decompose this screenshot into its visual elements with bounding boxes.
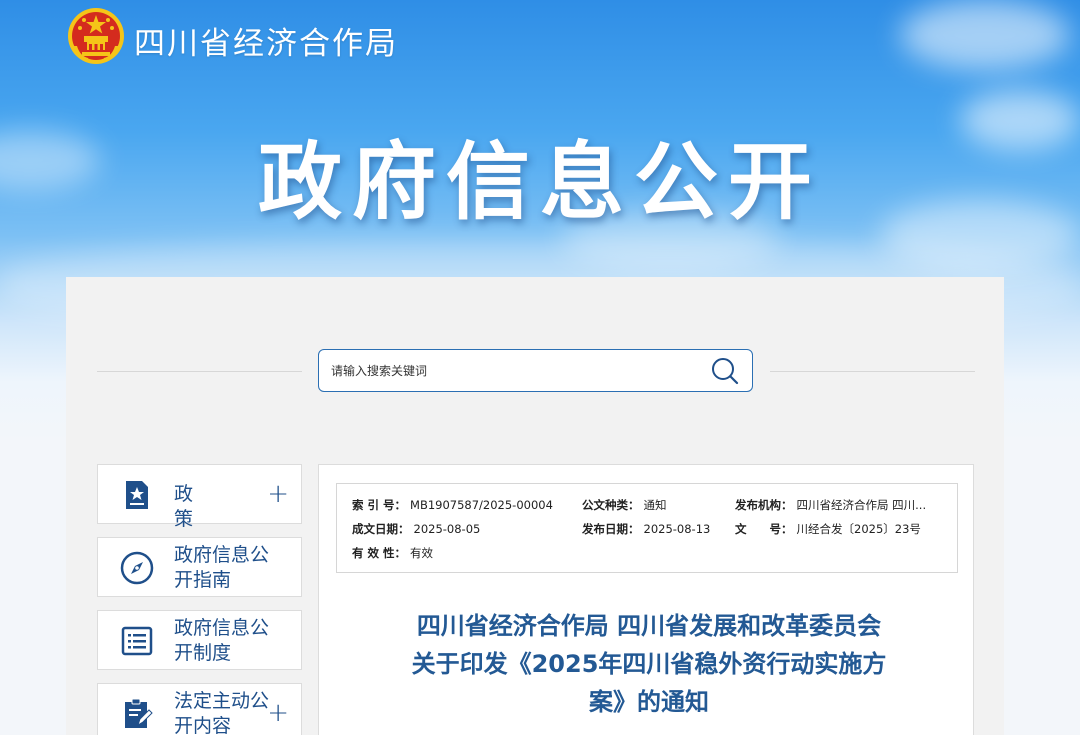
- sidebar-item-disclosure-system[interactable]: 政府信息公开制度: [97, 610, 302, 670]
- sidebar-item-policy[interactable]: 政 策 +: [97, 464, 302, 530]
- meta-value: 2025-08-13: [643, 522, 711, 536]
- document-title-line: 关于印发《2025年四川省稳外资行动实施方: [411, 650, 887, 678]
- list-document-icon: [120, 624, 154, 658]
- meta-published-date: 发布日期： 2025-08-13: [582, 521, 710, 537]
- sidebar-item-label: 政府信息公开指南: [174, 544, 270, 591]
- meta-doc-number: 文 号： 川经合发〔2025〕23号: [735, 521, 921, 537]
- document-title: 四川省经济合作局 四川省发展和改革委员会 关于印发《2025年四川省稳外资行动实…: [359, 607, 939, 721]
- document-title-line: 案》的通知: [589, 688, 709, 716]
- meta-value: 川经合发〔2025〕23号: [796, 522, 921, 536]
- document-title-line: 四川省经济合作局 四川省发展和改革委员会: [416, 612, 882, 640]
- search-icon[interactable]: [710, 356, 740, 386]
- meta-label: 发布日期：: [582, 522, 640, 536]
- sidebar-item-label: 法定主动公开内容: [174, 690, 270, 735]
- policy-star-icon: [120, 478, 154, 512]
- meta-label: 有 效 性：: [352, 546, 407, 560]
- meta-label: 索 引 号：: [352, 498, 407, 512]
- meta-validity: 有 效 性： 有效: [352, 545, 433, 561]
- meta-publisher: 发布机构： 四川省经济合作局 四川...: [735, 497, 926, 513]
- meta-value: 2025-08-05: [413, 522, 481, 536]
- document-content: 索 引 号： MB1907587/2025-00004 公文种类： 通知 发布机构：…: [318, 464, 974, 735]
- divider-left: [97, 371, 302, 372]
- expand-plus-icon[interactable]: +: [267, 700, 289, 726]
- meta-value: MB1907587/2025-00004: [410, 498, 553, 512]
- meta-created-date: 成文日期： 2025-08-05: [352, 521, 480, 537]
- meta-label: 发布机构：: [735, 498, 793, 512]
- hero-title: 政府信息公开: [257, 133, 822, 231]
- divider-right: [770, 371, 975, 372]
- site-title[interactable]: 四川省经济合作局: [134, 18, 398, 63]
- meta-value: 通知: [643, 498, 667, 512]
- meta-value: 四川省经济合作局 四川...: [796, 498, 927, 512]
- document-meta-table: 索 引 号： MB1907587/2025-00004 公文种类： 通知 发布机构：…: [336, 483, 958, 573]
- search-input[interactable]: [331, 358, 691, 384]
- search-box: [318, 349, 753, 392]
- meta-index: 索 引 号： MB1907587/2025-00004: [352, 497, 553, 513]
- sidebar-item-disclosure-guide[interactable]: 政府信息公开指南: [97, 537, 302, 597]
- sidebar-item-label: 政府信息公开制度: [174, 617, 270, 664]
- meta-doc-type: 公文种类： 通知: [582, 497, 667, 513]
- national-emblem-logo[interactable]: [66, 6, 126, 66]
- compass-icon: [120, 551, 154, 585]
- sidebar-item-label: 政 策: [174, 483, 214, 530]
- sidebar-item-statutory-disclosure[interactable]: 法定主动公开内容 +: [97, 683, 302, 735]
- meta-label: 文 号：: [735, 522, 793, 536]
- expand-plus-icon[interactable]: +: [267, 481, 289, 507]
- cloud: [900, 0, 1070, 70]
- clipboard-pen-icon: [120, 697, 154, 731]
- meta-label: 成文日期：: [352, 522, 410, 536]
- meta-label: 公文种类：: [582, 498, 640, 512]
- meta-value: 有效: [410, 546, 434, 560]
